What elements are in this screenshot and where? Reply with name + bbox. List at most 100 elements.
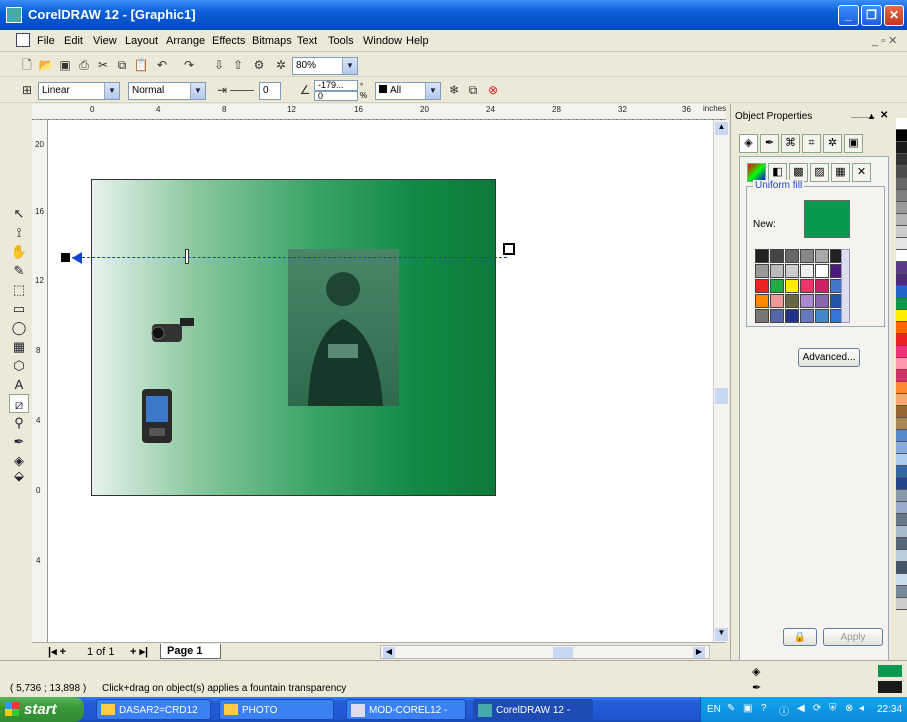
docker-color-palette[interactable] bbox=[755, 249, 844, 323]
title-bar[interactable]: CorelDRAW 12 - [Graphic1] _ ❐ ✕ bbox=[0, 0, 907, 30]
basic-shapes-icon[interactable]: ⬡ bbox=[9, 356, 29, 375]
transparency-midpoint-slider[interactable] bbox=[185, 249, 189, 264]
scroll-down-icon[interactable]: ▼ bbox=[715, 628, 728, 641]
copy-icon[interactable]: ⧉ bbox=[113, 56, 131, 74]
first-page-icon[interactable]: |◂ + bbox=[48, 645, 66, 658]
start-button[interactable]: start bbox=[0, 697, 84, 722]
palette-swatch[interactable] bbox=[815, 249, 829, 263]
color-swatch[interactable] bbox=[896, 514, 907, 526]
transparency-operation-combo[interactable]: Normal ▼ bbox=[128, 82, 206, 100]
clock[interactable]: 22:34 bbox=[877, 704, 902, 715]
menu-view[interactable]: View bbox=[93, 35, 117, 47]
color-swatch[interactable] bbox=[896, 202, 907, 214]
chevron-down-icon[interactable]: ▼ bbox=[342, 58, 357, 74]
palette-swatch[interactable] bbox=[815, 309, 829, 323]
color-swatch[interactable] bbox=[896, 346, 907, 358]
menu-edit[interactable]: Edit bbox=[64, 35, 83, 47]
photo-bitmap[interactable] bbox=[288, 249, 399, 406]
menu-bitmaps[interactable]: Bitmaps bbox=[252, 35, 292, 47]
scroll-left-icon[interactable]: ◀ bbox=[383, 647, 395, 658]
color-swatch[interactable] bbox=[896, 226, 907, 238]
midpoint-slider[interactable] bbox=[230, 90, 254, 91]
color-swatch[interactable] bbox=[896, 598, 907, 610]
palette-swatch[interactable] bbox=[785, 264, 799, 278]
color-swatch[interactable] bbox=[896, 502, 907, 514]
angle-icon[interactable]: ∠ bbox=[296, 81, 314, 99]
palette-swatch[interactable] bbox=[785, 249, 799, 263]
chevron-down-icon[interactable]: ▼ bbox=[425, 83, 440, 99]
transparency-end-handle[interactable] bbox=[503, 243, 515, 255]
color-swatch[interactable] bbox=[896, 166, 907, 178]
outline-tab[interactable]: ✒ bbox=[760, 134, 779, 153]
outline-color-indicator[interactable] bbox=[878, 681, 902, 693]
docker-header[interactable]: Object Properties ▲ ✕ bbox=[731, 108, 898, 124]
color-swatch[interactable] bbox=[896, 358, 907, 370]
color-swatch[interactable] bbox=[896, 562, 907, 574]
color-swatch[interactable] bbox=[896, 178, 907, 190]
task-photo[interactable]: PHOTO bbox=[219, 699, 334, 720]
color-swatch[interactable] bbox=[896, 586, 907, 598]
color-swatch[interactable] bbox=[896, 274, 907, 286]
document-icon[interactable] bbox=[16, 33, 30, 47]
internet-tab[interactable]: ✲ bbox=[823, 134, 842, 153]
new-icon[interactable]: 🗋 bbox=[18, 56, 36, 74]
docker-close-icon[interactable]: ✕ bbox=[880, 110, 888, 121]
cut-icon[interactable]: ✂ bbox=[94, 56, 112, 74]
palette-scrollbar[interactable] bbox=[841, 249, 850, 323]
color-swatch[interactable] bbox=[896, 238, 907, 250]
minimize-button[interactable]: _ bbox=[838, 5, 859, 26]
detail-tab[interactable]: ⌗ bbox=[802, 134, 821, 153]
menu-tools[interactable]: Tools bbox=[328, 35, 354, 47]
color-swatch[interactable] bbox=[896, 418, 907, 430]
color-palette[interactable] bbox=[896, 118, 907, 648]
phone-icon[interactable] bbox=[140, 388, 174, 444]
menu-layout[interactable]: Layout bbox=[125, 35, 158, 47]
menu-window[interactable]: Window bbox=[363, 35, 402, 47]
color-swatch[interactable] bbox=[896, 526, 907, 538]
color-swatch[interactable] bbox=[896, 286, 907, 298]
outline-status-icon[interactable]: ✒ bbox=[752, 681, 761, 694]
color-swatch[interactable] bbox=[896, 574, 907, 586]
tray-sync-icon[interactable]: ⟳ bbox=[813, 703, 821, 714]
import-icon[interactable]: ⇩ bbox=[210, 56, 228, 74]
palette-swatch[interactable] bbox=[755, 249, 769, 263]
object-icon[interactable]: ⊞ bbox=[18, 81, 36, 99]
color-swatch[interactable] bbox=[896, 478, 907, 490]
color-swatch[interactable] bbox=[896, 394, 907, 406]
corel-online-icon[interactable]: ✲ bbox=[272, 56, 290, 74]
task-coreldraw[interactable]: CorelDRAW 12 - [Gra... bbox=[473, 699, 593, 720]
chevron-down-icon[interactable]: ▼ bbox=[190, 83, 205, 99]
color-swatch[interactable] bbox=[896, 262, 907, 274]
color-swatch[interactable] bbox=[896, 322, 907, 334]
color-swatch[interactable] bbox=[896, 538, 907, 550]
copy-transparency-icon[interactable]: ⧉ bbox=[464, 81, 482, 99]
color-swatch[interactable] bbox=[896, 406, 907, 418]
scroll-right-icon[interactable]: ▶ bbox=[693, 647, 705, 658]
palette-swatch[interactable] bbox=[755, 294, 769, 308]
hscroll-thumb[interactable] bbox=[553, 647, 573, 658]
color-swatch[interactable] bbox=[896, 370, 907, 382]
palette-swatch[interactable] bbox=[770, 264, 784, 278]
scroll-thumb[interactable] bbox=[715, 388, 728, 404]
outline-tool-icon[interactable]: ✒ bbox=[9, 432, 29, 451]
color-swatch[interactable] bbox=[896, 334, 907, 346]
left-ruler[interactable]: 20 16 12 8 4 0 4 bbox=[32, 120, 48, 648]
palette-swatch[interactable] bbox=[815, 279, 829, 293]
text-tool-icon[interactable]: A bbox=[9, 375, 29, 394]
palette-swatch[interactable] bbox=[755, 264, 769, 278]
apply-to-combo[interactable]: All ▼ bbox=[375, 82, 441, 100]
color-swatch[interactable] bbox=[896, 490, 907, 502]
angle-field[interactable]: -179... bbox=[314, 80, 358, 91]
palette-swatch[interactable] bbox=[770, 279, 784, 293]
clear-transparency-icon[interactable]: ⊗ bbox=[484, 81, 502, 99]
color-swatch[interactable] bbox=[896, 190, 907, 202]
menu-arrange[interactable]: Arrange bbox=[166, 35, 205, 47]
interactive-fill-icon[interactable]: ⬙ bbox=[9, 466, 29, 485]
save-icon[interactable]: ▣ bbox=[56, 56, 74, 74]
eyedropper-icon[interactable]: ⚲ bbox=[9, 413, 29, 432]
task-dasar2[interactable]: DASAR2=CRD12 bbox=[96, 699, 211, 720]
color-swatch[interactable] bbox=[896, 550, 907, 562]
ellipse-tool-icon[interactable]: ◯ bbox=[9, 318, 29, 337]
midpoint-field[interactable]: 0 bbox=[259, 82, 281, 100]
palette-swatch[interactable] bbox=[800, 309, 814, 323]
